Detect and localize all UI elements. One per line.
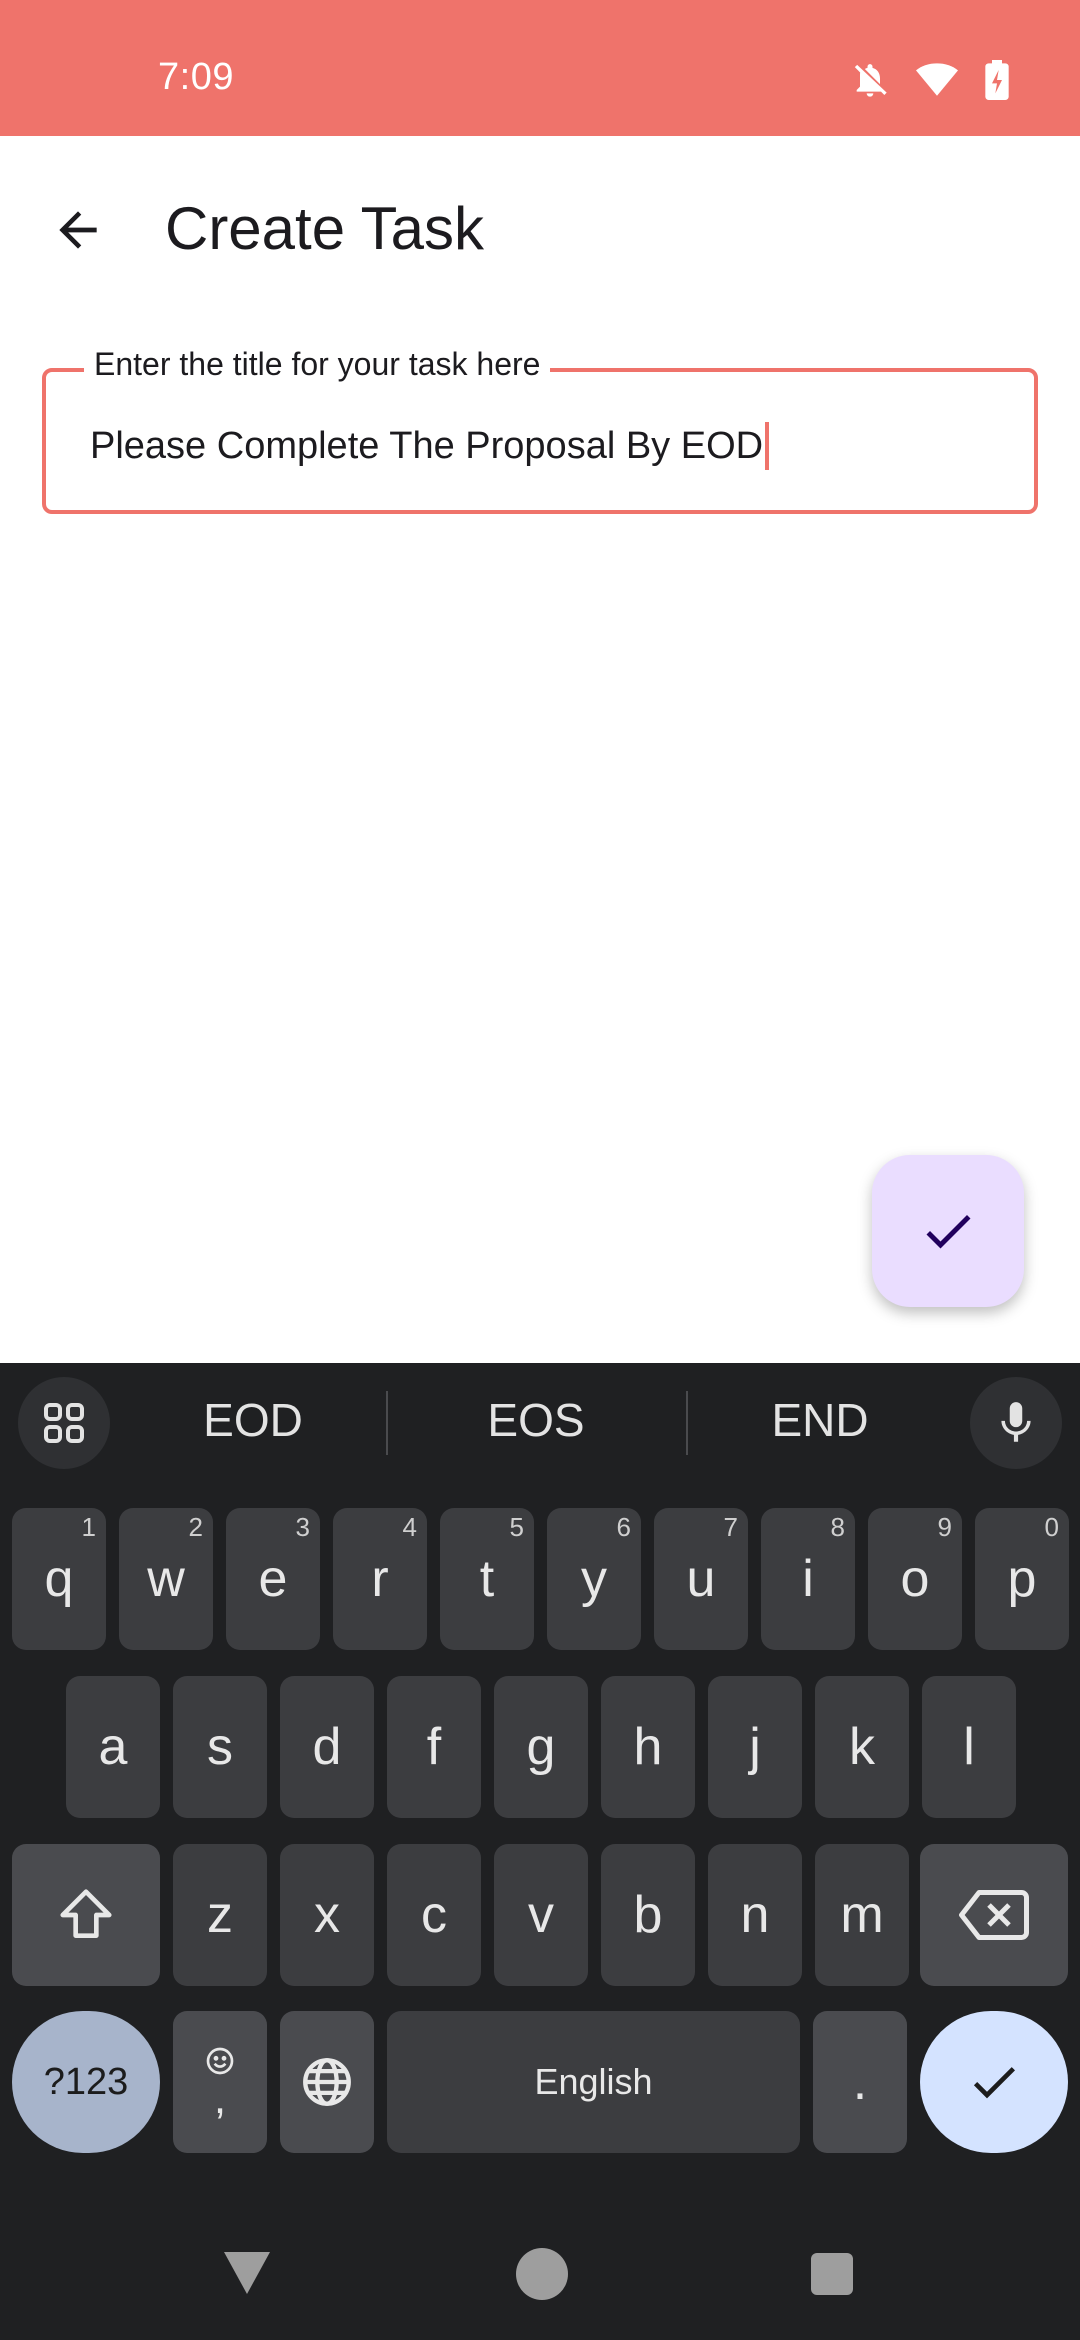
notifications-off-icon [850,60,890,100]
key-f[interactable]: f [387,1676,481,1818]
save-task-button[interactable] [872,1155,1024,1307]
emoji-icon [206,2047,234,2075]
key-n[interactable]: n [708,1844,802,1986]
shift-key[interactable] [12,1844,160,1986]
soft-keyboard: EOD EOS END q1 w2 e3 r4 t5 y6 u7 i8 o9 p… [0,1363,1080,2340]
task-title-label: Enter the title for your task here [84,346,551,383]
key-g[interactable]: g [494,1676,588,1818]
nav-recents-icon[interactable] [811,2253,853,2295]
space-label: English [534,2061,653,2102]
text-cursor [765,422,770,470]
status-bar: 7:09 [0,0,1080,136]
suggestion-2[interactable]: EOS [436,1393,636,1447]
language-key[interactable] [280,2011,374,2153]
page-title: Create Task [165,195,485,262]
emoji-comma-key[interactable]: , [173,2011,267,2153]
key-l[interactable]: l [922,1676,1016,1818]
status-time: 7:09 [158,56,234,98]
backspace-icon [959,1890,1029,1940]
comma-label: , [213,2074,227,2123]
shift-icon [60,1889,112,1938]
status-icons [850,60,1010,100]
key-k[interactable]: k [815,1676,909,1818]
key-e[interactable]: e3 [226,1508,320,1650]
key-m[interactable]: m [815,1844,909,1986]
enter-check-icon [973,2067,1015,2099]
microphone-icon [1001,1402,1031,1442]
suggestion-strip: EOD EOS END [0,1363,1080,1481]
app-bar: Create Task [0,136,1080,316]
key-v[interactable]: v [494,1844,588,1986]
space-key[interactable]: English [387,2011,800,2153]
key-j[interactable]: j [708,1676,802,1818]
suggestion-divider [386,1391,388,1455]
battery-charging-icon [984,60,1010,100]
key-o[interactable]: o9 [868,1508,962,1650]
key-t[interactable]: t5 [440,1508,534,1650]
period-key[interactable]: . [813,2011,907,2153]
arrow-back-icon [59,211,97,249]
suggestion-divider [686,1391,688,1455]
keyboard-menu-button[interactable] [18,1377,110,1469]
key-u[interactable]: u7 [654,1508,748,1650]
task-title-input[interactable]: Please Complete The Proposal By EOD [90,422,770,470]
create-task-screen: 7:09 Create Task Enter the title for you… [0,0,1080,2340]
back-button[interactable] [30,182,126,278]
key-a[interactable]: a [66,1676,160,1818]
key-w[interactable]: w2 [119,1508,213,1650]
suggestion-3[interactable]: END [720,1393,920,1447]
voice-input-button[interactable] [970,1377,1062,1469]
key-h[interactable]: h [601,1676,695,1818]
enter-key[interactable] [920,2011,1068,2153]
system-nav-bar [0,2200,1080,2340]
key-c[interactable]: c [387,1844,481,1986]
globe-icon [303,2058,351,2106]
task-title-field[interactable]: Enter the title for your task here Pleas… [42,346,1038,514]
key-d[interactable]: d [280,1676,374,1818]
wifi-icon [916,62,958,98]
symbols-key[interactable]: ?123 [12,2011,160,2153]
apps-grid-icon [44,1403,84,1443]
key-b[interactable]: b [601,1844,695,1986]
key-z[interactable]: z [173,1844,267,1986]
nav-back-icon[interactable] [222,2250,272,2296]
suggestion-1[interactable]: EOD [153,1393,353,1447]
key-p[interactable]: p0 [975,1508,1069,1650]
check-icon [926,1215,971,1249]
key-y[interactable]: y6 [547,1508,641,1650]
nav-home-icon[interactable] [516,2248,568,2300]
key-s[interactable]: s [173,1676,267,1818]
key-q[interactable]: q1 [12,1508,106,1650]
key-r[interactable]: r4 [333,1508,427,1650]
key-x[interactable]: x [280,1844,374,1986]
backspace-key[interactable] [920,1844,1068,1986]
task-title-value: Please Complete The Proposal By EOD [90,424,764,467]
key-i[interactable]: i8 [761,1508,855,1650]
